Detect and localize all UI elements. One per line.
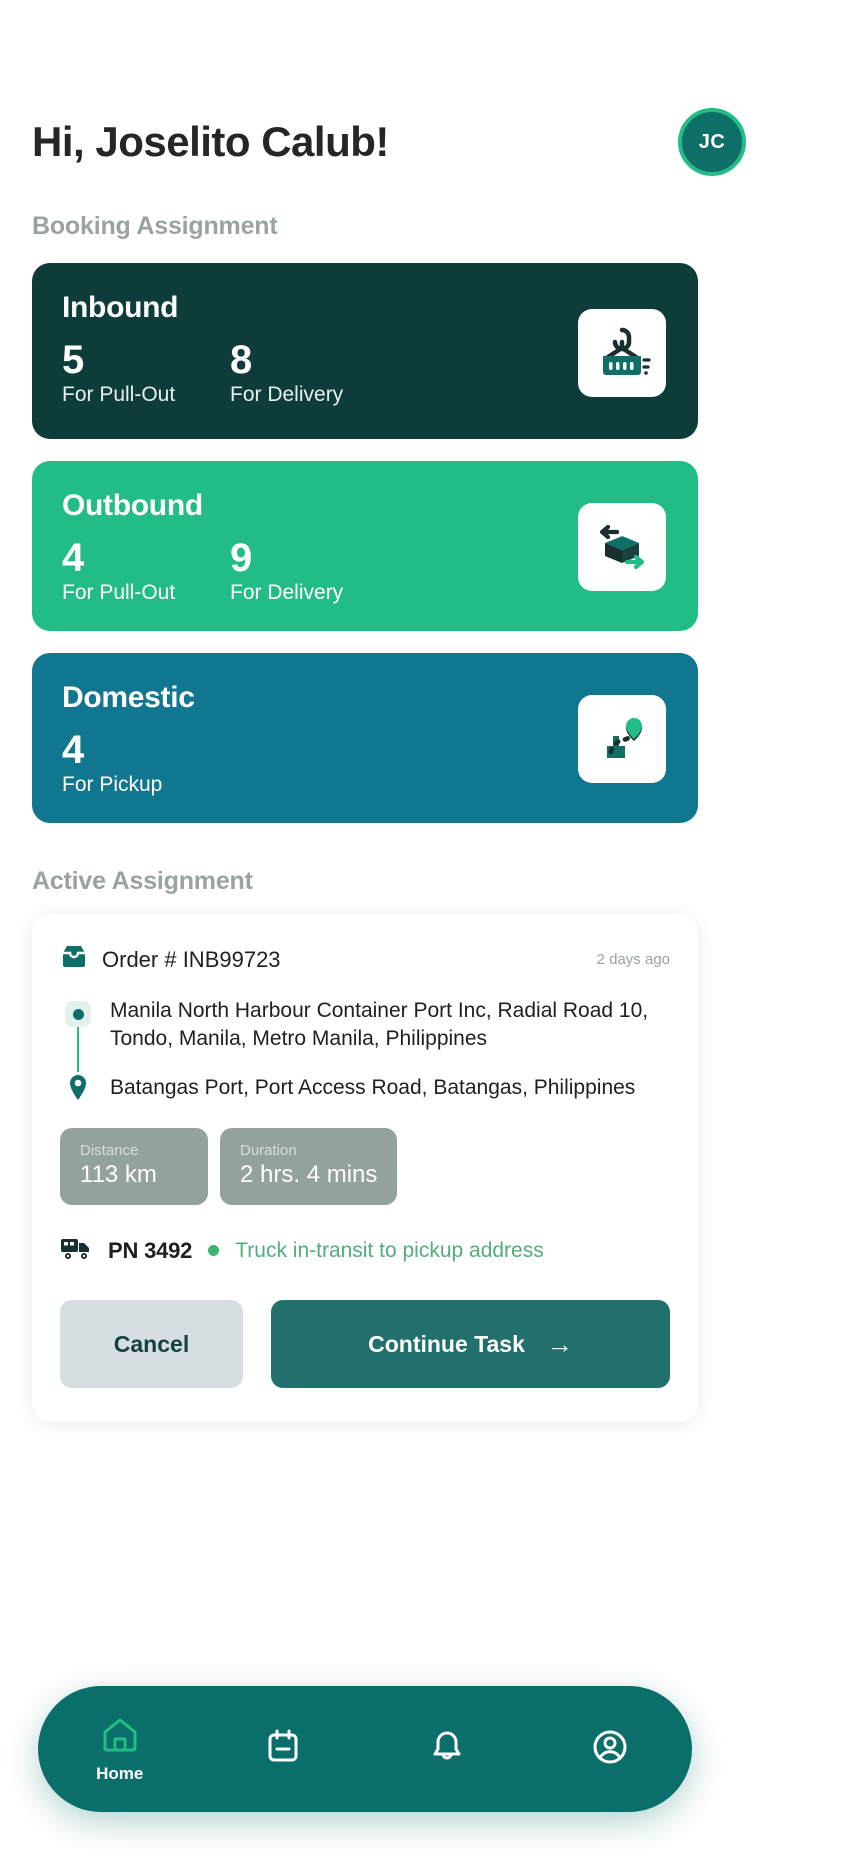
route-addresses: Manila North Harbour Container Port Inc,… xyxy=(96,997,670,1102)
stat-label: For Delivery xyxy=(230,383,344,406)
continue-task-button[interactable]: Continue Task → xyxy=(271,1300,670,1389)
cancel-button[interactable]: Cancel xyxy=(60,1300,243,1389)
page-content: Hi, Joselito Calub! JC Booking Assignmen… xyxy=(0,0,746,1864)
origin-dot-icon xyxy=(65,1001,91,1027)
active-assignment-heading: Active Assignment xyxy=(32,867,253,895)
avatar-initials: JC xyxy=(698,130,726,153)
stat-value: 9 xyxy=(230,536,253,580)
stat-label: For Delivery xyxy=(230,581,344,604)
home-icon xyxy=(100,1715,140,1758)
order-id: Order # INB99723 xyxy=(102,946,281,972)
chip-label: Distance xyxy=(80,1142,139,1160)
stat-pullout: 4 For Pull-Out xyxy=(62,537,230,605)
status-dot-icon xyxy=(208,1245,220,1257)
cancel-label: Cancel xyxy=(113,1330,190,1357)
page-header: Hi, Joselito Calub! JC xyxy=(32,0,746,176)
truck-icon xyxy=(60,1235,92,1266)
page-title: Hi, Joselito Calub! xyxy=(32,117,389,165)
order-timestamp: 2 days ago xyxy=(596,951,670,968)
dropoff-address: Batangas Port, Port Access Road, Batanga… xyxy=(110,1076,636,1100)
stat-label: For Pull-Out xyxy=(62,581,176,604)
booking-card-outbound[interactable]: Outbound 4 For Pull-Out 9 For Delivery xyxy=(32,461,698,631)
trip-metrics: Distance 113 km Duration 2 hrs. 4 mins xyxy=(60,1128,670,1206)
active-assignment-card: Order # INB99723 2 days ago Manila North xyxy=(32,914,698,1423)
bell-icon xyxy=(427,1727,467,1772)
mobile-screen: Hi, Joselito Calub! JC Booking Assignmen… xyxy=(0,0,860,1864)
stat-pickup: 4 For Pickup xyxy=(62,729,230,797)
booking-card-inbound[interactable]: Inbound 5 For Pull-Out 8 For Delivery xyxy=(32,263,698,439)
order-row: Order # INB99723 2 days ago xyxy=(60,944,670,975)
stat-value: 5 xyxy=(62,338,85,382)
pickup-address: Manila North Harbour Container Port Inc,… xyxy=(110,999,649,1050)
box-transfer-icon xyxy=(578,503,666,591)
bottom-navigation: Home xyxy=(38,1686,692,1812)
stat-label: For Pull-Out xyxy=(62,383,176,406)
profile-icon xyxy=(590,1727,630,1772)
duration-chip: Duration 2 hrs. 4 mins xyxy=(220,1128,398,1206)
inbox-icon xyxy=(60,944,88,975)
distance-chip: Distance 113 km xyxy=(60,1128,208,1206)
avatar[interactable]: JC xyxy=(678,108,746,176)
booking-cards: Inbound 5 For Pull-Out 8 For Delivery Ou… xyxy=(32,263,698,823)
stat-value: 4 xyxy=(62,728,85,772)
stat-delivery: 9 For Delivery xyxy=(230,537,398,605)
nav-label-home: Home xyxy=(96,1763,144,1783)
stat-delivery: 8 For Delivery xyxy=(230,339,398,407)
stat-pullout: 5 For Pull-Out xyxy=(62,339,230,407)
plate-number: PN 3492 xyxy=(108,1237,193,1263)
stat-label: For Pickup xyxy=(62,773,163,796)
chip-value: 113 km xyxy=(80,1161,157,1189)
truck-status-row: PN 3492 Truck in-transit to pickup addre… xyxy=(60,1235,670,1266)
nav-item-profile[interactable] xyxy=(529,1727,693,1772)
route-line xyxy=(77,1027,79,1073)
chip-label: Duration xyxy=(240,1142,297,1160)
route-pin-box-icon xyxy=(578,695,666,783)
stat-value: 4 xyxy=(62,536,85,580)
arrow-right-icon: → xyxy=(546,1328,573,1359)
booking-assignment-heading: Booking Assignment xyxy=(32,212,278,240)
action-buttons: Cancel Continue Task → xyxy=(60,1300,670,1389)
continue-label: Continue Task xyxy=(368,1330,525,1357)
calendar-icon xyxy=(263,1727,303,1772)
nav-item-home[interactable]: Home xyxy=(38,1715,202,1784)
nav-item-calendar[interactable] xyxy=(202,1727,366,1772)
route-block: Manila North Harbour Container Port Inc,… xyxy=(60,997,670,1102)
stat-value: 8 xyxy=(230,338,253,382)
route-rail xyxy=(60,997,96,1102)
container-crane-icon xyxy=(578,309,666,397)
status-badge: Truck in-transit to pickup address xyxy=(235,1238,544,1262)
destination-pin-icon xyxy=(68,1074,88,1102)
nav-item-notifications[interactable] xyxy=(365,1727,529,1772)
booking-card-title: Inbound xyxy=(62,291,179,324)
booking-card-domestic[interactable]: Domestic 4 For Pickup xyxy=(32,653,698,823)
chip-value: 2 hrs. 4 mins xyxy=(240,1161,378,1189)
